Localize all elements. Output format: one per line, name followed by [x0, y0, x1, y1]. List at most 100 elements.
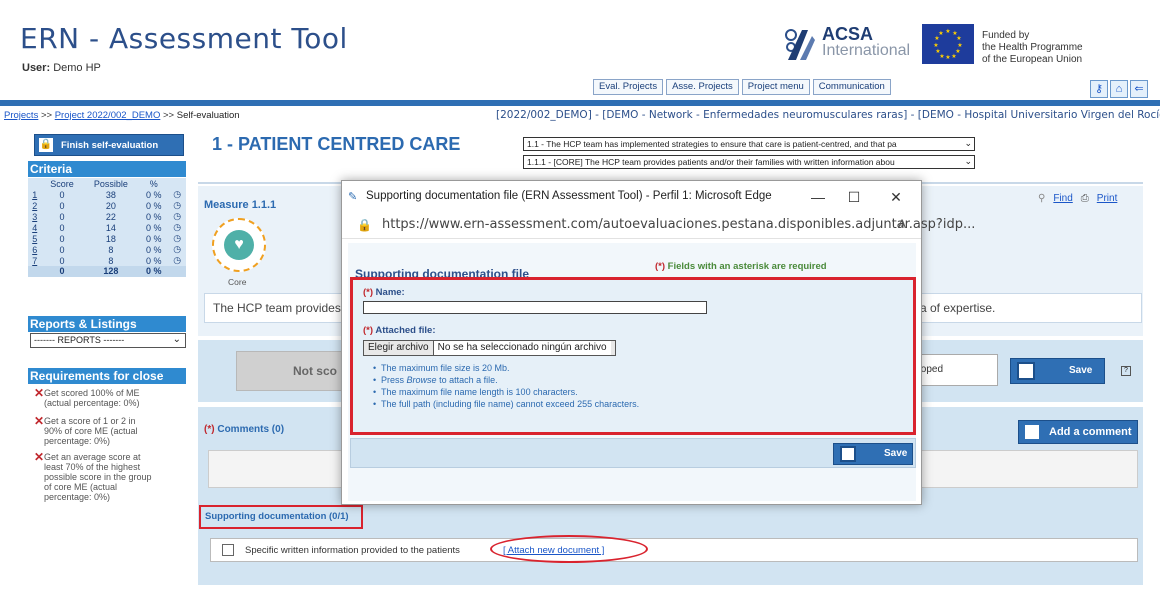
svg-text:★: ★	[956, 35, 961, 42]
percent-cell: 0 %	[145, 211, 162, 222]
nav-eval-projects[interactable]: Eval. Projects	[593, 79, 664, 95]
requirement-item: ✕ Get an average score at least 70% of t…	[30, 451, 186, 512]
name-input[interactable]	[363, 301, 707, 314]
breadcrumb-project[interactable]: Project 2022/002_DEMO	[55, 110, 161, 121]
file-input[interactable]: Elegir archivo No se ha seleccionado nin…	[363, 340, 616, 356]
required-mark: (*)	[655, 261, 666, 272]
project-info: [2022/002_DEMO] - [DEMO - Network - Enfe…	[496, 109, 1160, 121]
popup-window: ✎ Supporting documentation file (ERN Ass…	[341, 180, 975, 505]
lock-icon: 🔒	[39, 138, 53, 152]
table-row: 1 0 38 0 % ◷	[28, 189, 186, 200]
key-icon[interactable]: ⚷	[1090, 80, 1108, 98]
score-cell: 0	[59, 233, 65, 244]
column-header: Score	[50, 178, 74, 189]
criterion-link[interactable]: 6	[32, 245, 37, 255]
criterion-link[interactable]: 4	[32, 223, 37, 233]
clock-icon: ◷	[173, 222, 182, 232]
score-cell: 0	[59, 244, 65, 255]
file-label: (*) Attached file:	[363, 325, 436, 336]
percent-cell: 0 %	[145, 244, 162, 255]
table-row: 5 0 18 0 % ◷	[28, 233, 186, 244]
hint-browse: Browse	[406, 375, 437, 385]
total-possible: 128	[82, 266, 140, 277]
possible-cell: 8	[108, 244, 114, 255]
cross-icon: ✕	[34, 386, 45, 400]
read-aloud-icon[interactable]: A	[898, 217, 906, 231]
standard-select[interactable]: 1.1 - The HCP team has implemented strat…	[523, 137, 975, 151]
criterion-link[interactable]: 1	[32, 190, 37, 200]
eu-flag-icon: ★ ★★★ ★★★★ ★★★★	[922, 24, 974, 64]
breadcrumb-projects[interactable]: Projects	[4, 110, 38, 121]
criterion-link[interactable]: 2	[32, 201, 37, 211]
user-name: Demo HP	[53, 62, 101, 74]
finish-self-evaluation-button[interactable]: 🔒 Finish self-evaluation	[34, 134, 184, 156]
clock-icon: ◷	[173, 233, 182, 243]
reports-select-value: ------- REPORTS -------	[34, 335, 125, 345]
hint-text: to attach a file.	[439, 375, 498, 385]
upload-form: (*) Name: (*) Attached file: Elegir arch…	[350, 277, 916, 435]
supporting-docs-label: Supporting documentation (0/1)	[199, 505, 363, 529]
nav-asse-projects[interactable]: Asse. Projects	[666, 79, 739, 95]
finish-button-label: Finish self-evaluation	[61, 139, 159, 151]
home-icon[interactable]: ⌂	[1110, 80, 1128, 98]
document-checkbox[interactable]	[222, 544, 234, 556]
clock-icon: ◷	[173, 211, 182, 221]
url-text[interactable]: https://www.ern-assessment.com/autoevalu…	[382, 217, 975, 232]
cross-icon: ✕	[34, 414, 45, 428]
reports-select[interactable]: ------- REPORTS ------- ⌄	[30, 333, 186, 348]
clock-icon: ◷	[173, 255, 182, 265]
column-header: %	[149, 178, 158, 189]
lock-icon: 🔒	[357, 218, 372, 232]
nav-communication[interactable]: Communication	[812, 79, 891, 95]
not-scored-button[interactable]: Not sco	[236, 351, 346, 391]
choose-file-button[interactable]: Elegir archivo	[368, 341, 429, 355]
acsa-subtitle: International	[822, 42, 911, 59]
eu-text-line-2: the Health Programme	[982, 42, 1083, 53]
logout-icon[interactable]: ⇐	[1130, 80, 1148, 98]
criterion-link[interactable]: 5	[32, 234, 37, 244]
percent-cell: 0 %	[145, 222, 162, 233]
criterion-link[interactable]: 7	[32, 256, 37, 266]
close-icon[interactable]: ✕	[881, 187, 911, 207]
help-icon[interactable]: ?	[1121, 366, 1131, 376]
required-mark: (*)	[363, 325, 374, 336]
find-print-links: ⚲ Find ⎙ Print	[1038, 193, 1117, 204]
hint-text: The maximum file size is 20 Mb.	[381, 363, 510, 373]
maximize-icon[interactable]: ☐	[839, 187, 869, 207]
required-note-text: Fields with an asterisk are required	[667, 261, 827, 272]
add-comment-label: Add a comment	[1049, 426, 1132, 438]
criterion-link[interactable]: 3	[32, 212, 37, 222]
popup-save-button[interactable]: Save	[833, 443, 913, 465]
table-total-row: 0 128 0 %	[28, 266, 186, 277]
percent-cell: 0 %	[145, 200, 162, 211]
add-comment-button[interactable]: Add a comment	[1018, 420, 1138, 444]
measure-select[interactable]: 1.1.1 - [CORE] The HCP team provides pat…	[523, 155, 975, 169]
chevron-down-icon: ⌄	[964, 138, 972, 149]
score-cell: 0	[59, 255, 65, 266]
minimize-icon[interactable]: —	[803, 187, 833, 207]
eu-text-line-3: of the European Union	[982, 54, 1083, 65]
file-status: No se ha seleccionado ningún archivo	[432, 341, 611, 355]
eu-funding-text: Funded by the Health Programme of the Eu…	[982, 30, 1102, 66]
clock-icon: ◷	[173, 244, 182, 254]
nav-project-menu[interactable]: Project menu	[741, 79, 810, 95]
user-label: User:	[22, 62, 51, 74]
core-label: Core	[228, 277, 247, 287]
percent-cell: 0 %	[145, 233, 162, 244]
possible-cell: 38	[105, 189, 116, 200]
save-label: Save	[884, 448, 908, 459]
possible-cell: 8	[108, 255, 114, 266]
chevron-down-icon: ⌄	[964, 156, 972, 167]
find-link[interactable]: Find	[1053, 193, 1072, 204]
name-label-text: Name:	[375, 287, 405, 298]
measure-text: The HCP team provides	[213, 301, 341, 315]
criteria-table: Score Possible % 1 0 38 0 % ◷ 2 0 20 0 %…	[28, 178, 186, 277]
save-button[interactable]: Save	[1010, 358, 1105, 384]
user-line: User: Demo HP	[22, 62, 101, 74]
print-link[interactable]: Print	[1097, 193, 1118, 204]
app-favicon-icon: ✎	[348, 191, 358, 203]
hint-item: • The maximum file size is 20 Mb.	[373, 363, 510, 373]
heartbeat-icon: ♥	[224, 230, 254, 260]
svg-text:★: ★	[945, 54, 950, 61]
hint-item: • The maximum file name length is 100 cha…	[373, 387, 578, 397]
